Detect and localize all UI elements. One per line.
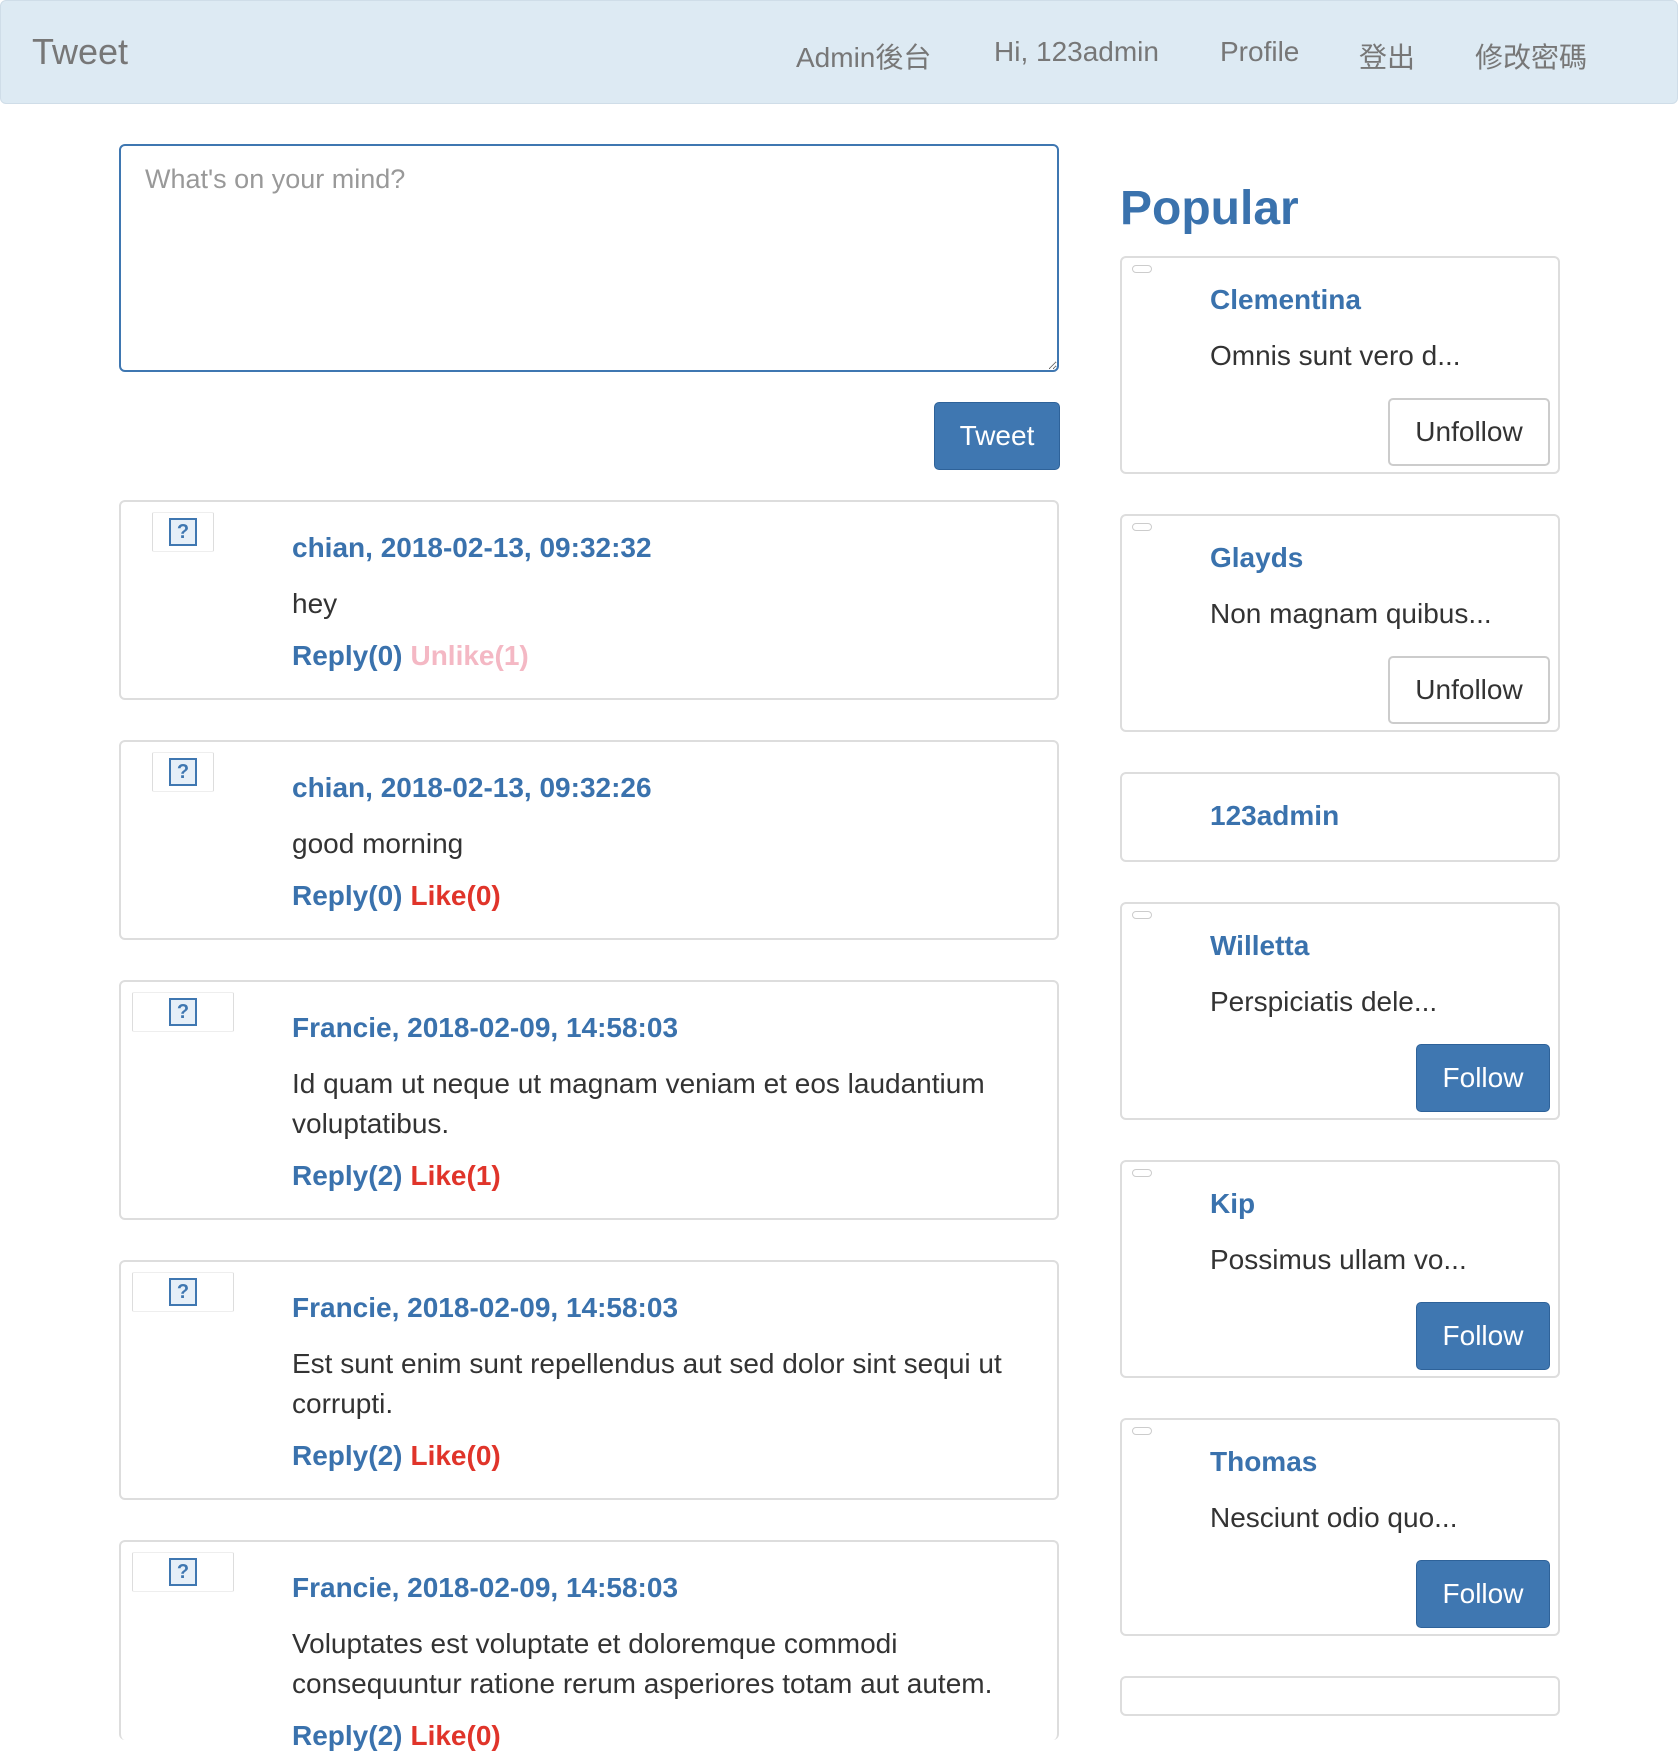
tweet-card: ? Francie, 2018-02-09, 14:58:03 Est sunt… [119,1260,1059,1500]
like-link[interactable]: Like(0) [410,1720,500,1751]
like-link[interactable]: Like(0) [410,880,500,911]
tweet-author-timestamp[interactable]: Francie, 2018-02-09, 14:58:03 [292,1572,678,1604]
avatar[interactable]: ? [152,752,214,792]
reply-link[interactable]: Reply(2) [292,1440,402,1471]
tweet-actions: Reply(0) Like(0) [292,880,501,912]
user-avatar-icon [1132,911,1152,919]
tweet-card: ? chian, 2018-02-13, 09:32:26 good morni… [119,740,1059,940]
popular-heading: Popular [1120,182,1299,235]
popular-user-card [1120,1676,1560,1716]
tweet-text: Voluptates est voluptate et doloremque c… [292,1628,993,1699]
tweet-text: Est sunt enim sunt repellendus aut sed d… [292,1348,1002,1419]
tweet-compose-input[interactable] [119,144,1059,372]
tweet-author-timestamp[interactable]: Francie, 2018-02-09, 14:58:03 [292,1012,678,1044]
popular-user-card: Thomas Nesciunt odio quo... Follow [1120,1418,1560,1636]
user-name-link[interactable]: 123admin [1210,800,1339,832]
avatar[interactable]: ? [152,512,214,552]
avatar[interactable]: ? [132,1272,234,1312]
nav-profile-link[interactable]: Profile [1220,36,1299,68]
popular-user-card: Kip Possimus ullam vo... Follow [1120,1160,1560,1378]
popular-user-card: Clementina Omnis sunt vero d... Unfollow [1120,256,1560,474]
user-name-link[interactable]: Thomas [1210,1446,1317,1478]
user-name-link[interactable]: Kip [1210,1188,1255,1220]
user-name-link[interactable]: Willetta [1210,930,1309,962]
broken-image-icon: ? [169,518,197,546]
tweet-text: Id quam ut neque ut magnam veniam et eos… [292,1068,985,1139]
popular-user-card: Willetta Perspiciatis dele... Follow [1120,902,1560,1120]
tweet-card: ? chian, 2018-02-13, 09:32:32 hey Reply(… [119,500,1059,700]
tweet-actions: Reply(2) Like(1) [292,1160,501,1192]
tweet-submit-button[interactable]: Tweet [934,402,1060,470]
tweet-actions: Reply(2) Like(0) [292,1440,501,1472]
user-avatar-icon [1132,1427,1152,1435]
user-bio: Omnis sunt vero d... [1210,340,1461,371]
user-name-link[interactable]: Clementina [1210,284,1361,316]
unlike-link[interactable]: Unlike(1) [410,640,528,671]
brand-link[interactable]: Tweet [32,31,128,73]
broken-image-icon: ? [169,1278,197,1306]
tweet-author-timestamp[interactable]: chian, 2018-02-13, 09:32:32 [292,532,652,564]
tweet-author-timestamp[interactable]: chian, 2018-02-13, 09:32:26 [292,772,652,804]
nav-admin-link[interactable]: Admin後台 [796,36,931,76]
tweet-card: ? Francie, 2018-02-09, 14:58:03 Voluptat… [119,1540,1059,1751]
tweet-text: hey [292,588,338,619]
tweet-actions: Reply(0) Unlike(1) [292,640,529,672]
nav-change-password-link[interactable]: 修改密碼 [1475,36,1587,76]
user-bio: Perspiciatis dele... [1210,986,1438,1017]
top-navbar: Tweet Admin後台 Hi, 123admin Profile 登出 修改… [0,0,1678,104]
user-name-link[interactable]: Glayds [1210,542,1303,574]
unfollow-button[interactable]: Unfollow [1388,656,1550,724]
reply-link[interactable]: Reply(2) [292,1160,402,1191]
nav-greeting-link[interactable]: Hi, 123admin [994,36,1159,68]
unfollow-button[interactable]: Unfollow [1388,398,1550,466]
tweet-card: ? Francie, 2018-02-09, 14:58:03 Id quam … [119,980,1059,1220]
user-bio: Non magnam quibus... [1210,598,1492,629]
like-link[interactable]: Like(0) [410,1440,500,1471]
follow-button[interactable]: Follow [1416,1302,1550,1370]
reply-link[interactable]: Reply(0) [292,640,402,671]
user-bio: Nesciunt odio quo... [1210,1502,1458,1533]
user-avatar-icon [1132,265,1152,273]
popular-user-card: 123admin [1120,772,1560,862]
tweet-text: good morning [292,828,464,859]
reply-link[interactable]: Reply(2) [292,1720,402,1751]
follow-button[interactable]: Follow [1416,1044,1550,1112]
nav-logout-link[interactable]: 登出 [1359,36,1415,76]
broken-image-icon: ? [169,998,197,1026]
follow-button[interactable]: Follow [1416,1560,1550,1628]
broken-image-icon: ? [169,1558,197,1586]
broken-image-icon: ? [169,758,197,786]
popular-user-card: Glayds Non magnam quibus... Unfollow [1120,514,1560,732]
user-avatar-icon [1132,1169,1152,1177]
tweet-actions: Reply(2) Like(0) [292,1720,501,1752]
reply-link[interactable]: Reply(0) [292,880,402,911]
user-avatar-icon [1132,523,1152,531]
tweet-author-timestamp[interactable]: Francie, 2018-02-09, 14:58:03 [292,1292,678,1324]
avatar[interactable]: ? [132,1552,234,1592]
user-bio: Possimus ullam vo... [1210,1244,1467,1275]
like-link[interactable]: Like(1) [410,1160,500,1191]
avatar[interactable]: ? [132,992,234,1032]
